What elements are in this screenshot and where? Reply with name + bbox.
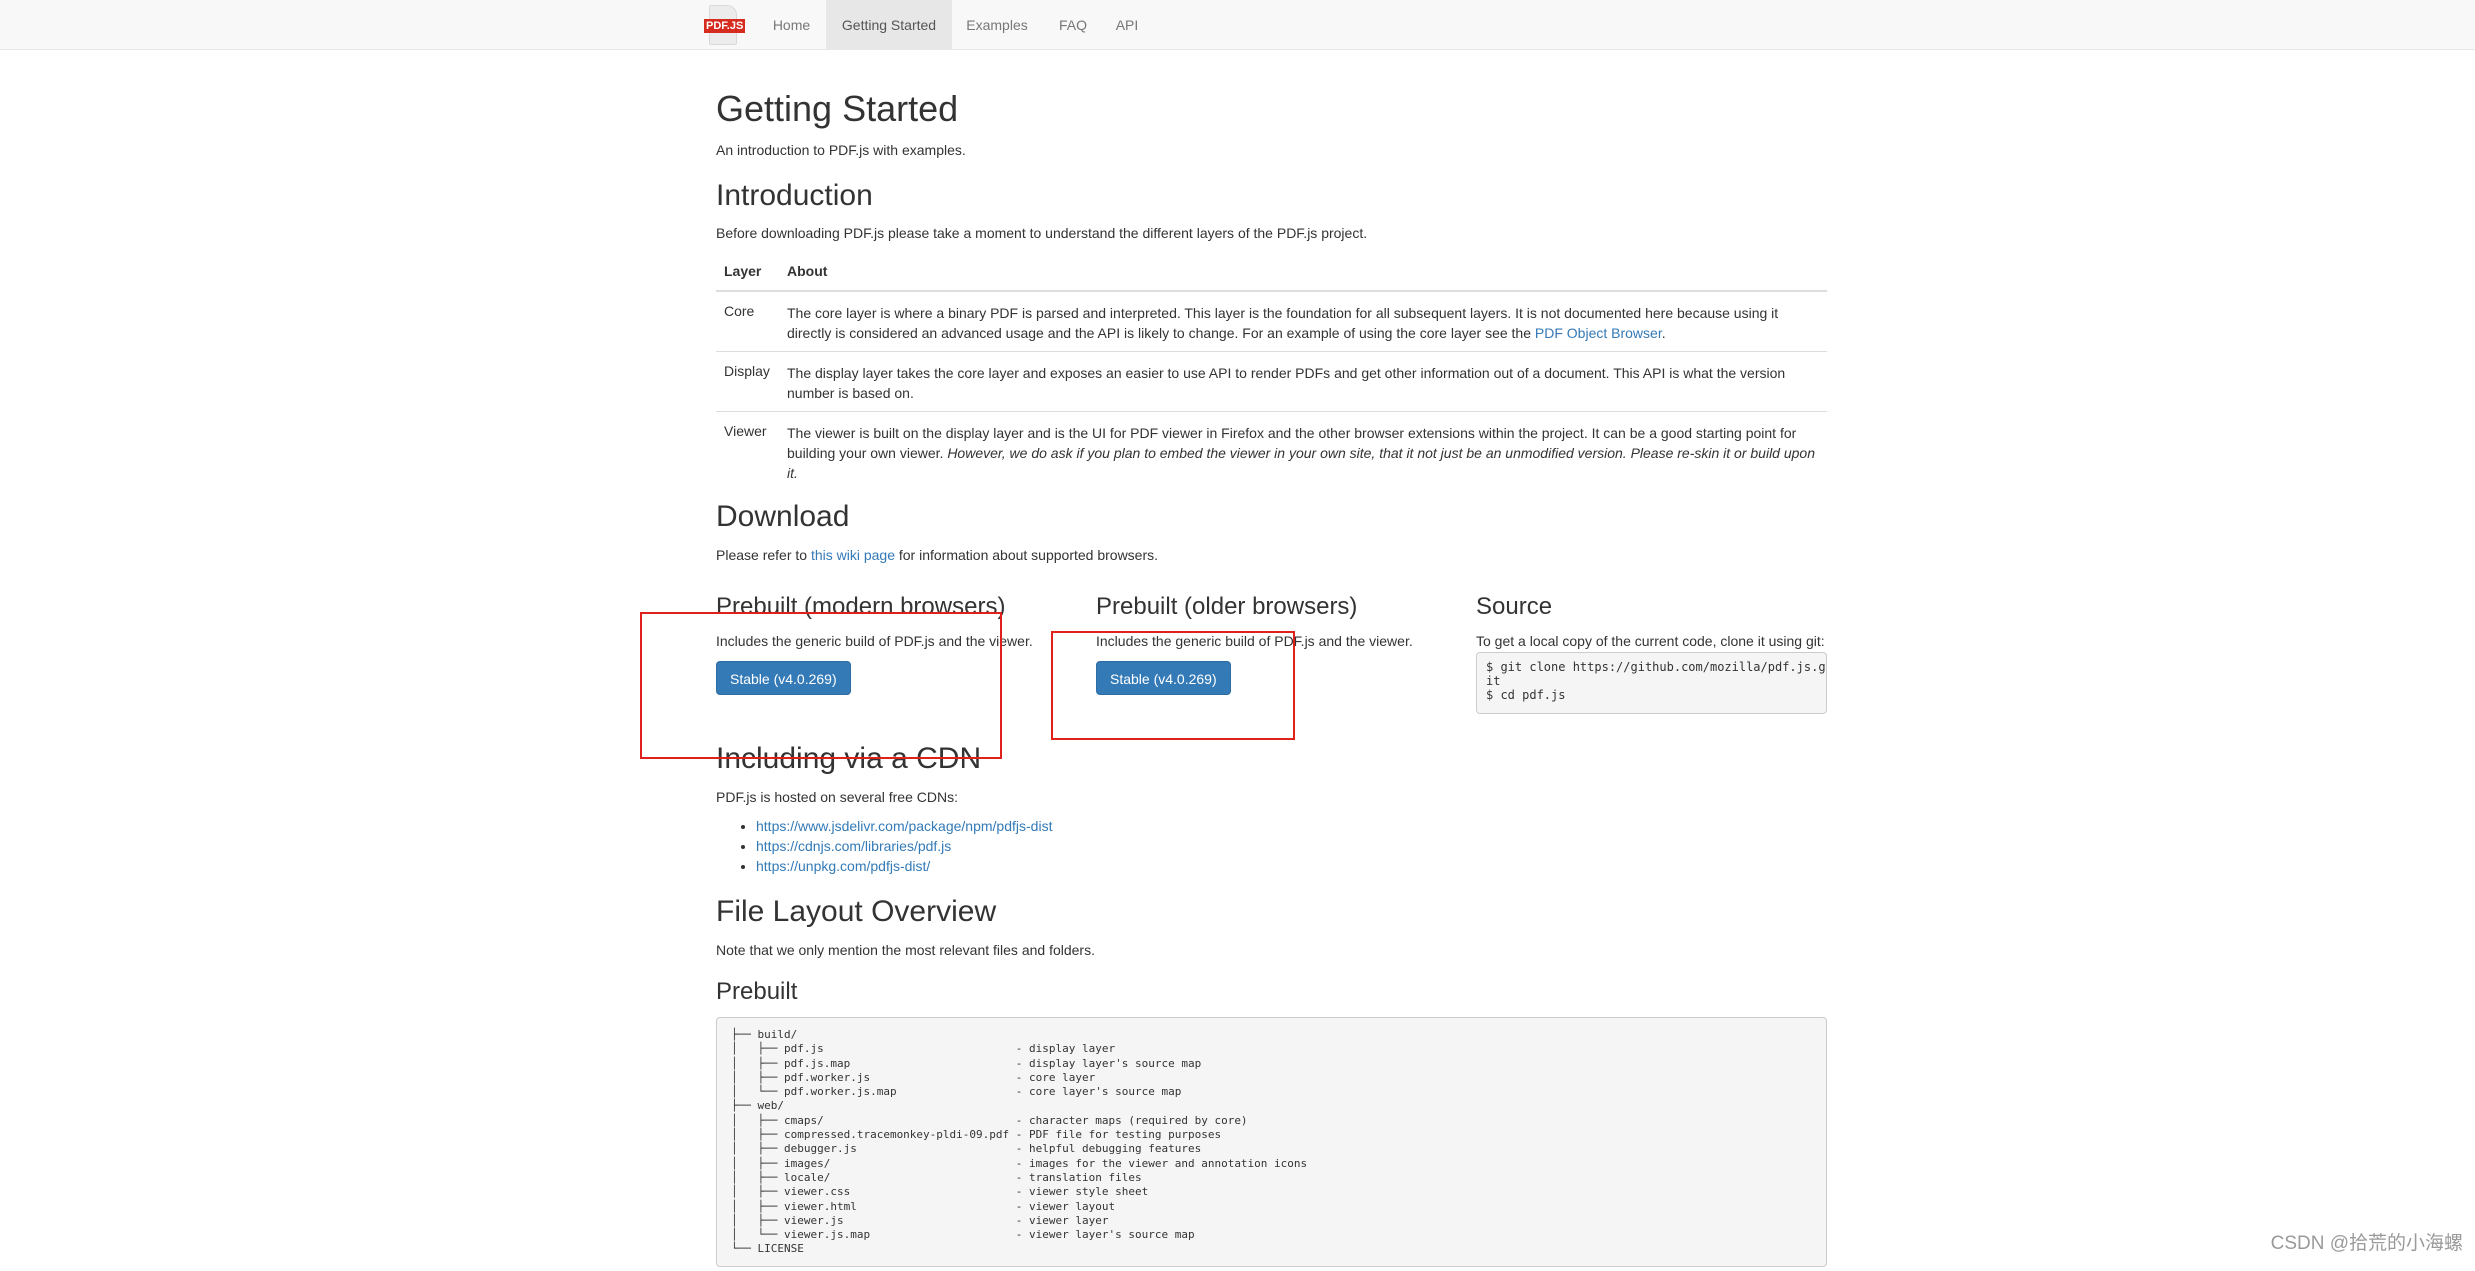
layer-name: Viewer xyxy=(724,423,767,439)
prebuilt-older-heading: Prebuilt (older browsers) xyxy=(1096,593,1358,620)
layer-name: Display xyxy=(724,363,770,379)
file-layout-heading: File Layout Overview xyxy=(716,895,997,928)
cdn-link-list: https://www.jsdelivr.com/package/npm/pdf… xyxy=(716,816,1052,876)
watermark: CSDN @拾荒的小海螺 xyxy=(2270,1233,2463,1254)
layer-description: The display layer takes the core layer a… xyxy=(787,365,1786,401)
pdf-object-browser-link[interactable]: PDF Object Browser xyxy=(1535,325,1662,341)
layer-name: Core xyxy=(724,303,755,319)
wiki-page-link[interactable]: this wiki page xyxy=(811,547,895,563)
table-row-core: Core The core layer is where a binary PD… xyxy=(716,292,1827,351)
table-header: Layer About xyxy=(716,255,1827,292)
introduction-heading: Introduction xyxy=(716,179,873,212)
page-title: Getting Started xyxy=(716,88,959,129)
highlight-box-modern xyxy=(640,612,1002,759)
layers-table: Layer About Core The core layer is where… xyxy=(716,255,1827,491)
file-layout-text: Note that we only mention the most relev… xyxy=(716,942,1095,958)
cdn-link-cdnjs[interactable]: https://cdnjs.com/libraries/pdf.js xyxy=(756,838,951,854)
file-tree-code: ├── build/ │ ├── pdf.js - display layer … xyxy=(716,1017,1827,1267)
cdn-text: PDF.js is hosted on several free CDNs: xyxy=(716,789,958,805)
prebuilt-tree-heading: Prebuilt xyxy=(716,978,798,1005)
list-item: https://www.jsdelivr.com/package/npm/pdf… xyxy=(756,816,1052,836)
layer-description-end: . xyxy=(1661,325,1666,341)
download-text-before: Please refer to xyxy=(716,547,811,563)
layer-description: The core layer is where a binary PDF is … xyxy=(787,292,1827,351)
layer-description: The viewer is built on the display layer… xyxy=(787,412,1827,491)
download-heading: Download xyxy=(716,500,850,533)
page-subtitle: An introduction to PDF.js with examples. xyxy=(716,142,966,158)
column-header-layer: Layer xyxy=(724,263,762,279)
source-heading: Source xyxy=(1476,593,1553,620)
main-content: Getting Started An introduction to PDF.j… xyxy=(0,0,2475,1271)
highlight-box-older xyxy=(1051,631,1295,740)
download-text: Please refer to this wiki page for infor… xyxy=(716,545,1158,565)
list-item: https://cdnjs.com/libraries/pdf.js xyxy=(756,836,1052,856)
source-text: To get a local copy of the current code,… xyxy=(1476,633,1825,649)
column-header-about: About xyxy=(787,263,828,279)
cdn-link-jsdelivr[interactable]: https://www.jsdelivr.com/package/npm/pdf… xyxy=(756,818,1052,834)
table-row-display: Display The display layer takes the core… xyxy=(716,351,1827,411)
introduction-text: Before downloading PDF.js please take a … xyxy=(716,225,1368,241)
table-row-viewer: Viewer The viewer is built on the displa… xyxy=(716,411,1827,491)
cdn-link-unpkg[interactable]: https://unpkg.com/pdfjs-dist/ xyxy=(756,858,930,874)
download-text-after: for information about supported browsers… xyxy=(894,547,1159,563)
list-item: https://unpkg.com/pdfjs-dist/ xyxy=(756,856,1052,876)
git-clone-code: $ git clone https://github.com/mozilla/p… xyxy=(1476,652,1827,714)
